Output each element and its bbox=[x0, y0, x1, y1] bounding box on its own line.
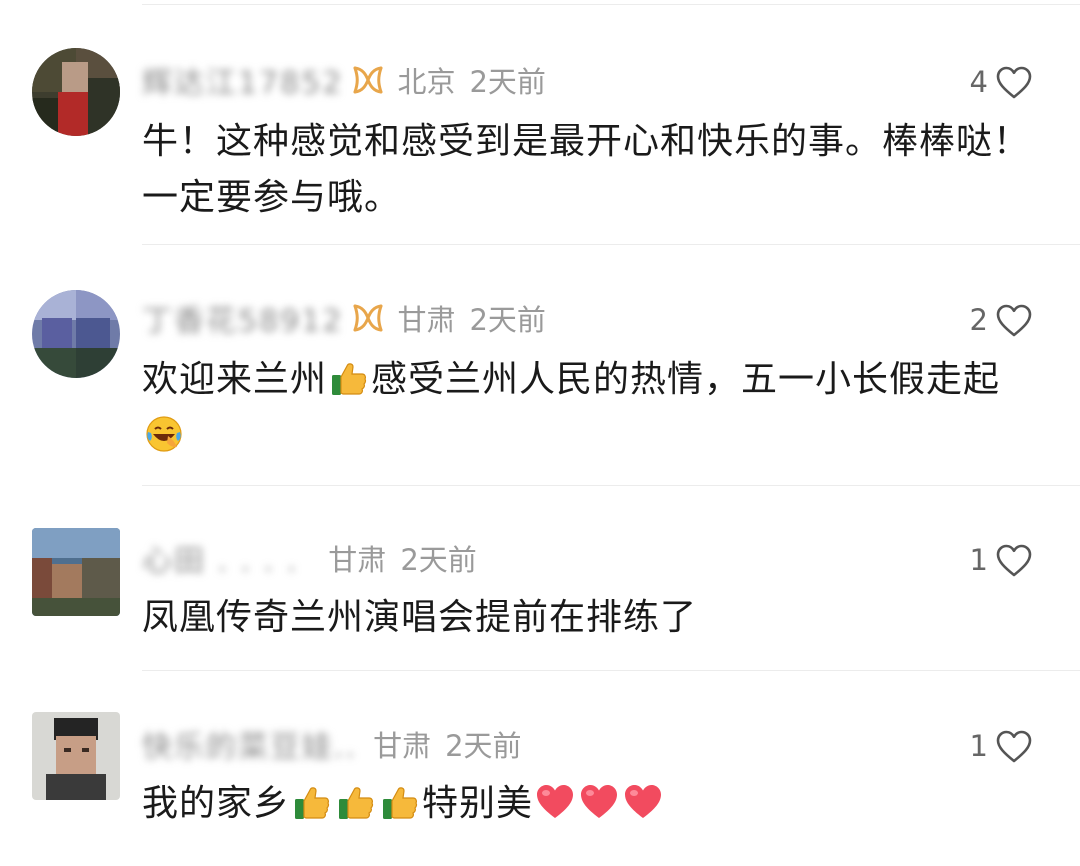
red-heart-emoji bbox=[623, 782, 663, 822]
comment-text-part: 欢迎来兰州 bbox=[142, 359, 328, 400]
like-button[interactable]: 2 bbox=[970, 298, 1032, 342]
comment-text-part: 我的家乡 bbox=[142, 783, 291, 824]
location: 甘肃 bbox=[397, 303, 456, 337]
top-divider bbox=[142, 4, 1080, 5]
heart-outline-icon[interactable] bbox=[996, 304, 1032, 337]
comment-meta: 心田 . . . . 甘肃 2天前 bbox=[142, 536, 477, 580]
thumbs-up-emoji bbox=[380, 782, 420, 822]
location: 甘肃 bbox=[373, 729, 432, 763]
timestamp: 2天前 bbox=[469, 303, 546, 337]
like-count: 2 bbox=[969, 303, 988, 337]
like-button[interactable]: 1 bbox=[970, 538, 1032, 582]
laughing-crying-emoji bbox=[144, 414, 184, 454]
divider bbox=[142, 244, 1080, 245]
comment-text: 我的家乡 特别美 bbox=[142, 776, 1042, 832]
divider bbox=[142, 485, 1080, 486]
like-count: 1 bbox=[969, 543, 988, 577]
avatar[interactable] bbox=[32, 290, 120, 378]
red-heart-emoji bbox=[579, 782, 619, 822]
comment-text: 欢迎来兰州 感受兰州人民的热情，五一小长假走起 bbox=[142, 352, 1042, 464]
avatar[interactable] bbox=[32, 528, 120, 616]
username[interactable]: 心田 . . . . bbox=[142, 536, 298, 580]
heart-outline-icon[interactable] bbox=[996, 730, 1032, 763]
heart-outline-icon[interactable] bbox=[996, 66, 1032, 99]
avatar[interactable] bbox=[32, 712, 120, 800]
like-button[interactable]: 1 bbox=[970, 724, 1032, 768]
comment-meta: 辉达江17852 北京 2天前 bbox=[142, 58, 546, 102]
like-count: 4 bbox=[969, 65, 988, 99]
thumbs-up-emoji bbox=[329, 358, 369, 398]
username[interactable]: 快乐的菜豆娃.. bbox=[142, 722, 357, 766]
comment-text-part: 特别美 bbox=[422, 783, 534, 824]
divider bbox=[142, 670, 1080, 671]
vip-badge-icon bbox=[351, 301, 385, 335]
thumbs-up-emoji bbox=[336, 782, 376, 822]
comment-text: 牛！这种感觉和感受到是最开心和快乐的事。棒棒哒！一定要参与哦。 bbox=[142, 121, 1031, 218]
like-button[interactable]: 4 bbox=[970, 60, 1032, 104]
username[interactable]: 辉达江17852 bbox=[142, 58, 343, 102]
location: 甘肃 bbox=[328, 543, 387, 577]
comment-text: 凤凰传奇兰州演唱会提前在排练了 bbox=[142, 597, 698, 638]
comment-meta: 快乐的菜豆娃.. 甘肃 2天前 bbox=[142, 722, 522, 766]
red-heart-emoji bbox=[535, 782, 575, 822]
comment-meta: 丁香花58912 甘肃 2天前 bbox=[142, 296, 546, 340]
like-count: 1 bbox=[969, 729, 988, 763]
timestamp: 2天前 bbox=[400, 543, 477, 577]
vip-badge-icon bbox=[351, 63, 385, 97]
username[interactable]: 丁香花58912 bbox=[142, 296, 343, 340]
comment-text-part: 感受兰州人民的热情，五一小长假走起 bbox=[371, 359, 1001, 400]
timestamp: 2天前 bbox=[445, 729, 522, 763]
location: 北京 bbox=[397, 65, 456, 99]
avatar[interactable] bbox=[32, 48, 120, 136]
heart-outline-icon[interactable] bbox=[996, 544, 1032, 577]
timestamp: 2天前 bbox=[469, 65, 546, 99]
thumbs-up-emoji bbox=[292, 782, 332, 822]
